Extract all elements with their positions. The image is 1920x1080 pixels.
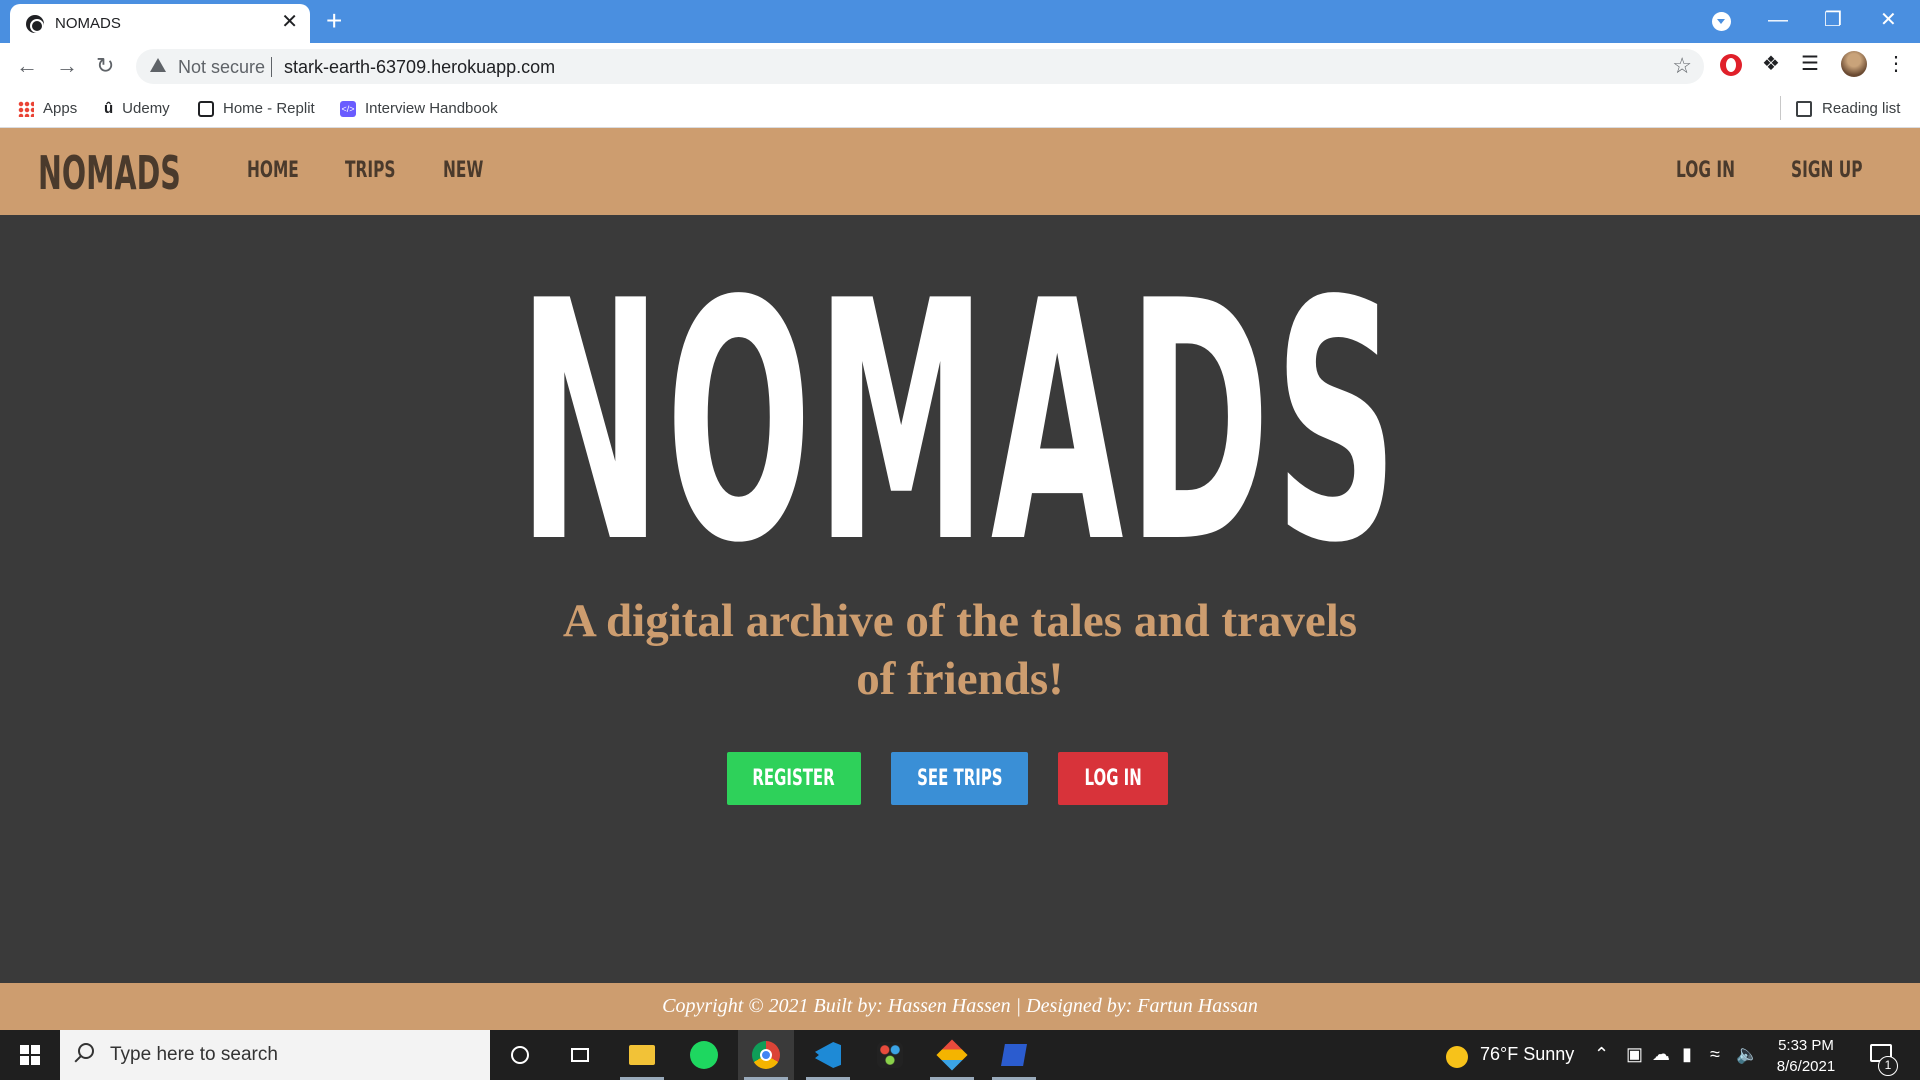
tab-search-icon[interactable] xyxy=(1712,12,1731,31)
bookmark-label: Apps xyxy=(43,100,78,117)
menu-dots-icon[interactable]: ⋮ xyxy=(1886,51,1906,76)
bookmark-replit[interactable]: Home - Replit xyxy=(198,100,315,117)
nav-log-in[interactable]: LOG IN xyxy=(1676,158,1735,183)
reading-list-label: Reading list xyxy=(1822,100,1901,117)
bookmark-label: Udemy xyxy=(122,100,170,117)
see-trips-label: SEE TRIPS xyxy=(916,766,1003,791)
replit-icon xyxy=(198,100,214,117)
hero-tagline: A digital archive of the tales and trave… xyxy=(562,595,1358,705)
see-trips-button[interactable]: SEE TRIPS xyxy=(891,752,1028,805)
chrome-icon[interactable] xyxy=(738,1030,794,1080)
globe-icon xyxy=(26,15,44,33)
restore-button[interactable]: ❐ xyxy=(1824,6,1842,34)
nav-sign-up[interactable]: SIGN UP xyxy=(1791,158,1863,183)
taskbar-search-box[interactable]: Type here to search xyxy=(60,1030,490,1080)
bookmark-label: Home - Replit xyxy=(223,100,315,117)
git-icon[interactable] xyxy=(924,1030,980,1080)
taskbar: Type here to search 76°F Sunny ⌃ ▣ ☁ ▮ ≈… xyxy=(0,1030,1920,1080)
url-text[interactable]: stark-earth-63709.herokuapp.com xyxy=(284,57,555,78)
close-window-button[interactable]: ✕ xyxy=(1880,6,1897,34)
bookmark-label: Interview Handbook xyxy=(365,100,498,117)
wifi-icon[interactable]: ≈ xyxy=(1710,1044,1720,1065)
site-brand[interactable]: NOMADS xyxy=(38,146,181,200)
puzzle-icon[interactable]: ❖ xyxy=(1762,51,1780,76)
file-explorer-icon[interactable] xyxy=(614,1030,670,1080)
clock-time: 5:33 PM xyxy=(1778,1037,1834,1054)
divider xyxy=(1780,96,1781,120)
site-navbar: NOMADS HOME TRIPS NEW LOG IN SIGN UP xyxy=(0,128,1920,215)
opera-icon[interactable] xyxy=(1720,54,1742,76)
bookmark-udemy[interactable]: û Udemy xyxy=(104,100,170,117)
notification-count-badge: 1 xyxy=(1878,1056,1898,1076)
log-in-label: LOG IN xyxy=(1084,766,1142,791)
media-icon[interactable]: ☰ xyxy=(1801,51,1819,76)
web-page: NOMADS HOME TRIPS NEW LOG IN SIGN UP NOM… xyxy=(0,128,1920,1030)
browser-toolbar: ← → ↻ Not secure stark-earth-63709.herok… xyxy=(0,43,1920,91)
nav-trips[interactable]: TRIPS xyxy=(345,158,395,183)
davinci-resolve-icon[interactable] xyxy=(862,1030,918,1080)
back-arrow-icon[interactable]: ← xyxy=(16,52,38,80)
search-placeholder: Type here to search xyxy=(110,1044,278,1065)
address-bar[interactable]: Not secure stark-earth-63709.herokuapp.c… xyxy=(136,49,1704,84)
register-label: REGISTER xyxy=(752,766,836,791)
star-icon[interactable]: ☆ xyxy=(1672,53,1692,79)
search-icon xyxy=(78,1043,94,1059)
hero-title-text: NOMADS xyxy=(517,231,1403,615)
nav-new[interactable]: NEW xyxy=(443,158,483,183)
nav-home[interactable]: HOME xyxy=(247,158,299,183)
forward-arrow-icon[interactable]: → xyxy=(56,52,78,80)
apps-grid-icon xyxy=(18,100,34,117)
footer-text: Copyright © 2021 Built by: Hassen Hassen… xyxy=(662,995,1258,1017)
reload-icon[interactable]: ↻ xyxy=(96,52,114,80)
powershell-icon[interactable] xyxy=(986,1030,1042,1080)
tab-title: NOMADS xyxy=(55,15,121,32)
profile-avatar[interactable] xyxy=(1841,51,1867,77)
new-tab-button[interactable]: + xyxy=(326,6,342,36)
bookmarks-bar: Apps û Udemy Home - Replit </> Interview… xyxy=(0,91,1920,128)
warning-icon[interactable] xyxy=(150,58,166,72)
minimize-button[interactable]: — xyxy=(1768,6,1788,34)
log-in-button[interactable]: LOG IN xyxy=(1058,752,1168,805)
reading-list-button[interactable]: Reading list xyxy=(1796,100,1900,117)
reading-list-icon xyxy=(1796,100,1812,117)
divider xyxy=(271,57,272,77)
windows-start-icon[interactable] xyxy=(20,1045,40,1065)
spotify-icon[interactable] xyxy=(676,1030,732,1080)
meet-now-icon[interactable]: ▣ xyxy=(1626,1044,1643,1065)
browser-tab[interactable]: NOMADS ✕ xyxy=(10,4,310,43)
security-label[interactable]: Not secure xyxy=(178,57,265,78)
clock-date: 8/6/2021 xyxy=(1776,1058,1836,1075)
system-clock[interactable]: 5:33 PM 8/6/2021 xyxy=(1760,1035,1852,1077)
task-view-icon[interactable] xyxy=(552,1030,608,1080)
vscode-icon[interactable] xyxy=(800,1030,856,1080)
udemy-icon: û xyxy=(104,100,114,117)
bookmark-interview-handbook[interactable]: </> Interview Handbook xyxy=(340,100,498,117)
chevron-up-icon[interactable]: ⌃ xyxy=(1594,1044,1609,1065)
browser-tab-strip: NOMADS ✕ + — ❐ ✕ xyxy=(0,0,1920,43)
volume-icon[interactable]: 🔈 xyxy=(1736,1044,1758,1065)
close-tab-icon[interactable]: ✕ xyxy=(281,12,298,32)
battery-icon[interactable]: ▮ xyxy=(1682,1044,1692,1065)
code-icon: </> xyxy=(340,100,356,117)
cortana-icon[interactable] xyxy=(492,1030,548,1080)
hero-title: NOMADS xyxy=(0,258,1920,588)
weather-text[interactable]: 76°F Sunny xyxy=(1480,1044,1574,1065)
cloud-icon[interactable]: ☁ xyxy=(1652,1044,1670,1065)
sun-weather-icon[interactable] xyxy=(1446,1046,1468,1068)
site-footer: Copyright © 2021 Built by: Hassen Hassen… xyxy=(0,983,1920,1030)
register-button[interactable]: REGISTER xyxy=(727,752,861,805)
bookmark-apps[interactable]: Apps xyxy=(18,100,77,117)
